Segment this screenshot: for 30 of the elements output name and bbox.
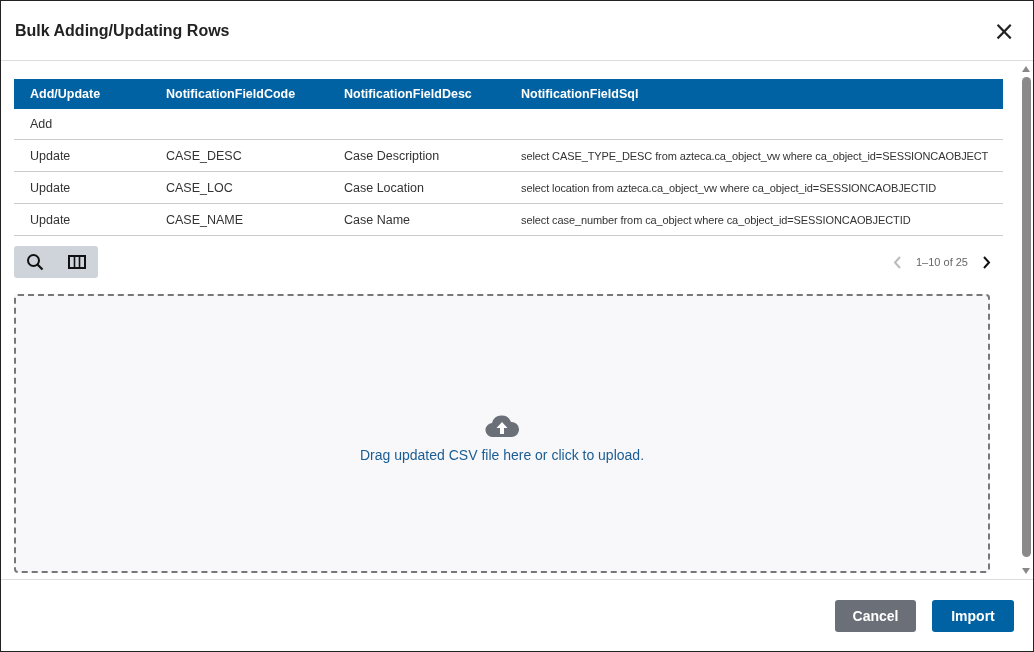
dialog-title: Bulk Adding/Updating Rows: [15, 21, 230, 40]
cancel-button[interactable]: Cancel: [835, 599, 916, 632]
import-button[interactable]: Import: [932, 599, 1014, 632]
scrollbar-thumb[interactable]: [1021, 77, 1031, 557]
table-cell: select location from azteca.ca_object_vw where ca_object_id=SESSIONCAOBJECTID: [505, 171, 1003, 204]
table-cell: select CASE_TYPE_DESC from azteca.ca_object_vw where ca_object_id=SESSIONCAOBJECT: [505, 139, 1003, 172]
table-cell: Case Location: [328, 171, 505, 204]
cloud-upload-icon: [485, 414, 519, 437]
table-cell: Update: [14, 203, 150, 236]
table-cell: Case Name: [328, 203, 505, 236]
table-cell: select case_number from ca_object where ca_object_id=SESSIONCAOBJECTID: [505, 203, 1003, 236]
table-cell: CASE_DESC: [150, 139, 328, 172]
column-header[interactable]: Add/Update: [14, 79, 150, 109]
search-icon: [26, 253, 44, 271]
close-button[interactable]: ×: [989, 17, 1019, 44]
scroll-up-icon[interactable]: [1021, 65, 1031, 73]
columns-icon: [68, 255, 86, 269]
table-cell: Update: [14, 171, 150, 204]
upload-prompt: Drag updated CSV file here or click to upload.: [359, 446, 644, 463]
table-cell: Update: [14, 139, 150, 172]
column-header[interactable]: NotificationFieldSql: [505, 79, 1003, 109]
page-range: 1–10 of 25: [916, 256, 968, 268]
scroll-down-icon[interactable]: [1021, 567, 1031, 575]
column-header[interactable]: NotificationFieldCode: [150, 79, 328, 109]
table-cell: CASE_NAME: [150, 203, 328, 236]
table-cell: Case Description: [328, 139, 505, 172]
upload-dropzone[interactable]: Drag updated CSV file here or click to upload.: [14, 294, 990, 573]
table-cell: Add: [14, 109, 150, 140]
column-header[interactable]: NotificationFieldDesc: [328, 79, 505, 109]
table-cell: CASE_LOC: [150, 171, 328, 204]
